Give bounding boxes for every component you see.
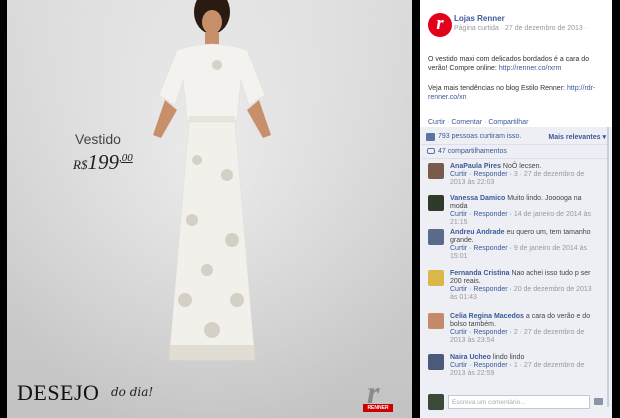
camera-icon[interactable] xyxy=(594,398,603,405)
comments-feed: 793 pessoas curtiram isso. Mais relevant… xyxy=(420,127,612,418)
comment-author[interactable]: Vanessa Damico xyxy=(450,195,505,202)
post-timestamp: Página curtida · 27 de dezembro de 2013 … xyxy=(454,25,588,32)
post-text-secondary: Veja mais tendências no blog Estilo Renn… xyxy=(428,84,608,102)
comment-body: AnaPaula Pires NoÔ lecsen. Curtir · Resp… xyxy=(450,163,600,187)
comment-author[interactable]: AnaPaula Pires xyxy=(450,163,501,170)
comment-body: Andreu Andrade eu quero um, tem tamanho … xyxy=(450,229,600,261)
shares-summary: 47 compartilhamentos xyxy=(422,146,608,159)
comment-body: Celia Regina Macedos a cara do verão e d… xyxy=(450,313,600,345)
post-text: O vestido maxi com delicados bordados é … xyxy=(428,55,608,73)
post-text2-body: Veja mais tendências no blog Estilo Renn… xyxy=(428,85,565,92)
avatar[interactable] xyxy=(428,229,444,245)
comment-meta: Curtir · Responder · 20 de dezembro de 2… xyxy=(450,286,592,301)
avatar[interactable] xyxy=(428,163,444,179)
likes-count-link[interactable]: 793 pessoas curtiram isso. xyxy=(438,133,521,140)
comment-author[interactable]: Celia Regina Macedos xyxy=(450,313,524,320)
comment-author[interactable]: Fernanda Cristina xyxy=(450,270,510,277)
comment-meta: Curtir · Responder · 3 · 27 de dezembro … xyxy=(450,171,584,186)
avatar[interactable] xyxy=(428,195,444,211)
comment-meta: Curtir · Responder · 2 · 27 de dezembro … xyxy=(450,329,584,344)
comment-actions[interactable]: Curtir · Responder · xyxy=(450,286,512,293)
post-link[interactable]: http://renner.co/rxrm xyxy=(499,65,562,72)
comment-actions[interactable]: Curtir · Responder · xyxy=(450,245,512,252)
sort-comments-dropdown[interactable]: Mais relevantes ▾ xyxy=(548,133,606,141)
price-currency: R$ xyxy=(73,157,88,172)
share-icon xyxy=(427,148,435,154)
post-side-panel: r Lojas Renner Página curtida · 27 de de… xyxy=(420,0,612,418)
product-name-caption: Vestido xyxy=(75,131,121,147)
avatar xyxy=(428,394,444,410)
comment-body: Fernanda Cristina Nao achei isso tudo p … xyxy=(450,270,600,302)
comment-actions[interactable]: Curtir · Responder · xyxy=(450,362,512,369)
thumbs-up-icon xyxy=(426,133,435,141)
comment-meta: Curtir · Responder · 1 · 27 de dezembro … xyxy=(450,362,584,377)
comment-text: lindo lindo xyxy=(492,354,525,361)
price-integer: 199 xyxy=(87,150,119,174)
renner-badge: RENNER xyxy=(363,404,393,412)
share-action[interactable]: Compartilhar xyxy=(488,119,528,126)
likes-summary: 793 pessoas curtiram isso. Mais relevant… xyxy=(422,131,608,145)
comment-action[interactable]: Comentar xyxy=(451,119,482,126)
campaign-title: DESEJO xyxy=(17,380,100,405)
price-cents: ,00 xyxy=(118,152,133,164)
page-name-link[interactable]: Lojas Renner xyxy=(454,14,505,23)
comment-actions[interactable]: Curtir · Responder · xyxy=(450,211,512,218)
avatar[interactable] xyxy=(428,313,444,329)
shares-count-link[interactable]: 47 compartilhamentos xyxy=(438,148,507,155)
comment-actions[interactable]: Curtir · Responder · xyxy=(450,171,512,178)
comment-body: Naira Ucheo lindo lindo Curtir · Respond… xyxy=(450,354,600,378)
comment-author[interactable]: Andreu Andrade xyxy=(450,229,505,236)
comment-author[interactable]: Naira Ucheo xyxy=(450,354,491,361)
renner-watermark-logo: r RENNER xyxy=(357,374,397,414)
comment-input[interactable]: Escreva um comentário... xyxy=(448,395,590,409)
avatar[interactable] xyxy=(428,270,444,286)
model-in-dress-image xyxy=(153,0,271,361)
comment-composer: Escreva um comentário... xyxy=(428,394,608,412)
comment-meta: Curtir · Responder · 9 de janeiro de 201… xyxy=(450,245,587,260)
comment-text: NoÔ lecsen. xyxy=(502,163,542,170)
comment-actions[interactable]: Curtir · Responder · xyxy=(450,329,512,336)
comments-scrollbar[interactable] xyxy=(607,127,609,407)
like-action[interactable]: Curtir xyxy=(428,119,445,126)
product-price-caption: R$199,00 xyxy=(73,150,133,175)
comment-meta: Curtir · Responder · 14 de janeiro de 20… xyxy=(450,211,591,226)
page-avatar[interactable]: r xyxy=(428,13,452,37)
avatar[interactable] xyxy=(428,354,444,370)
comment-body: Vanessa Damico Muito lindo. Jooooga na m… xyxy=(450,195,600,227)
campaign-subtitle: do dia! xyxy=(111,385,154,399)
post-photo[interactable]: Vestido R$199,00 DESEJO do dia! r RENNER xyxy=(7,0,412,418)
post-actions: Curtir · Comentar · Compartilhar xyxy=(428,119,528,126)
